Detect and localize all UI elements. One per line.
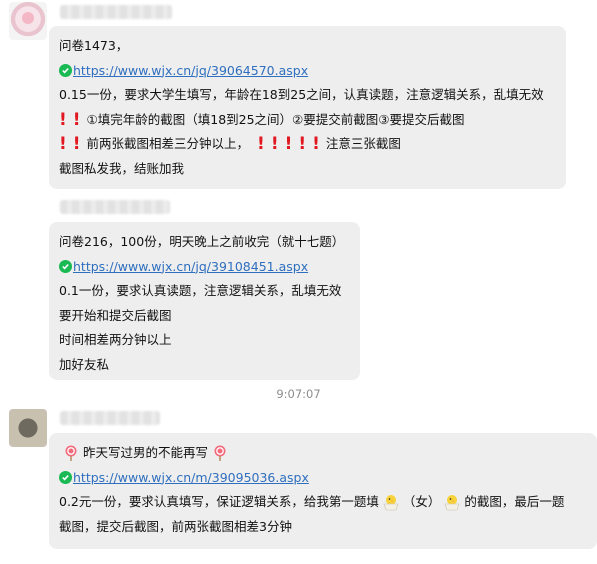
red-exclamation-icon: ! [284,134,293,154]
message-text: 注意三张截图 [325,136,401,151]
red-exclamation-icon: ! [72,134,81,154]
sender-name [60,5,172,19]
verified-check-icon [59,260,72,274]
message-text: 截图私发我，结账加我 [59,160,185,176]
message-bubble[interactable]: 昨天写过男的不能再写 https://www.wjx.cn/m/39095036… [49,433,597,549]
message-link[interactable]: https://www.wjx.cn/jq/39108451.aspx [73,255,308,280]
message-text: 时间相差两分钟以上 [59,332,172,347]
message-text: 前两张截图相差三分钟以上， [86,136,250,151]
timestamp: 9:07:07 [276,387,321,401]
red-exclamation-icon: ! [72,109,81,130]
sender-name [60,411,160,425]
red-exclamation-icon: ! [59,134,67,154]
red-exclamation-icon: ! [270,134,279,154]
message-text: 问卷216，100份，明天晚上之前收完（就十七题） [59,234,345,249]
sender-avatar[interactable] [9,409,47,447]
lollipop-icon [214,445,226,462]
red-exclamation-icon: ! [312,134,320,154]
message-text: ①填完年龄的截图（填18到25之间）②要提交前截图③要提交后截图 [86,111,465,127]
message-link[interactable]: https://www.wjx.cn/m/39095036.aspx [73,466,309,491]
red-exclamation-icon: ! [59,109,67,130]
message-bubble[interactable]: 问卷1473， https://www.wjx.cn/jq/39064570.a… [49,26,566,189]
message-text: 问卷1473， [59,38,129,53]
hatching-chick-icon [383,495,399,511]
verified-check-icon [59,471,72,485]
message-text: 0.1一份，要求认真读题，注意逻辑关系，乱填无效 [59,283,342,298]
message-text: 加好友私 [59,356,110,372]
message-text: 0.15一份，要求大学生填写，年龄在18到25之间，认真读题，注意逻辑关系，乱填… [59,87,544,102]
message-text: 的截图，最后一题 [464,494,565,509]
message-text: 0.2元一份，要求认真填写，保证逻辑关系，给我第一题填 [59,494,379,509]
message-text: 昨天写过男的不能再写 [83,445,209,460]
lollipop-icon [65,445,77,462]
message-text: 要开始和提交后截图 [59,307,172,323]
sender-avatar[interactable] [9,2,47,40]
message-text: （女） [402,494,441,509]
sender-name [60,200,170,214]
message-bubble[interactable]: 问卷216，100份，明天晚上之前收完（就十七题） https://www.wj… [49,222,360,380]
message-text: 截图，提交后截图，前两张截图相差3分钟 [59,518,292,534]
hatching-chick-icon [444,495,460,511]
red-exclamation-icon: ! [257,134,265,154]
red-exclamation-icon: ! [298,134,307,154]
verified-check-icon [59,64,72,78]
message-link[interactable]: https://www.wjx.cn/jq/39064570.aspx [73,59,308,84]
